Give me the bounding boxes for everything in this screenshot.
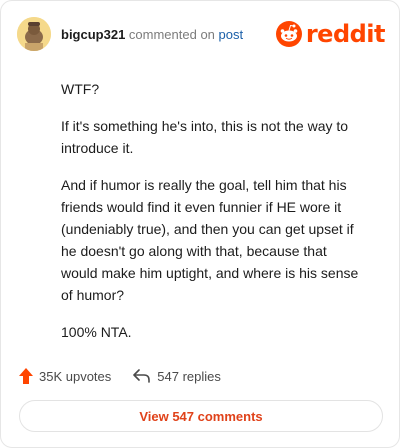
upvote-stat[interactable]: 35K upvotes [19,368,111,384]
comment-paragraph: If it's something he's into, this is not… [61,118,349,156]
comment-header: bigcup321 commented on post reddit [17,17,386,51]
upvote-arrow-icon [19,368,33,384]
comment-paragraph: WTF? [61,81,100,97]
action-text: commented on [128,27,215,42]
reddit-wordmark: reddit [305,20,386,48]
reddit-snoo-icon [275,21,302,47]
comment-body: WTF? If it's something he's into, this i… [61,78,361,358]
reply-count: 547 replies [157,368,221,384]
avatar-image [17,17,51,51]
comment-card: bigcup321 commented on post reddit WTF? … [0,0,400,448]
username[interactable]: bigcup321 [61,27,125,42]
comment-paragraph: And if humor is really the goal, tell hi… [61,177,359,303]
comment-paragraph: 100% NTA. [61,324,132,340]
user-avatar[interactable] [17,17,51,51]
comment-byline: bigcup321 commented on post [61,27,243,42]
comment-stats: 35K upvotes 547 replies [19,365,243,387]
reply-stat[interactable]: 547 replies [133,369,221,384]
reply-arrow-icon [133,369,151,383]
view-comments-button[interactable]: View 547 comments [19,400,383,432]
reddit-logo: reddit [275,20,386,48]
post-link[interactable]: post [219,27,244,42]
upvote-count: 35K upvotes [39,368,112,384]
